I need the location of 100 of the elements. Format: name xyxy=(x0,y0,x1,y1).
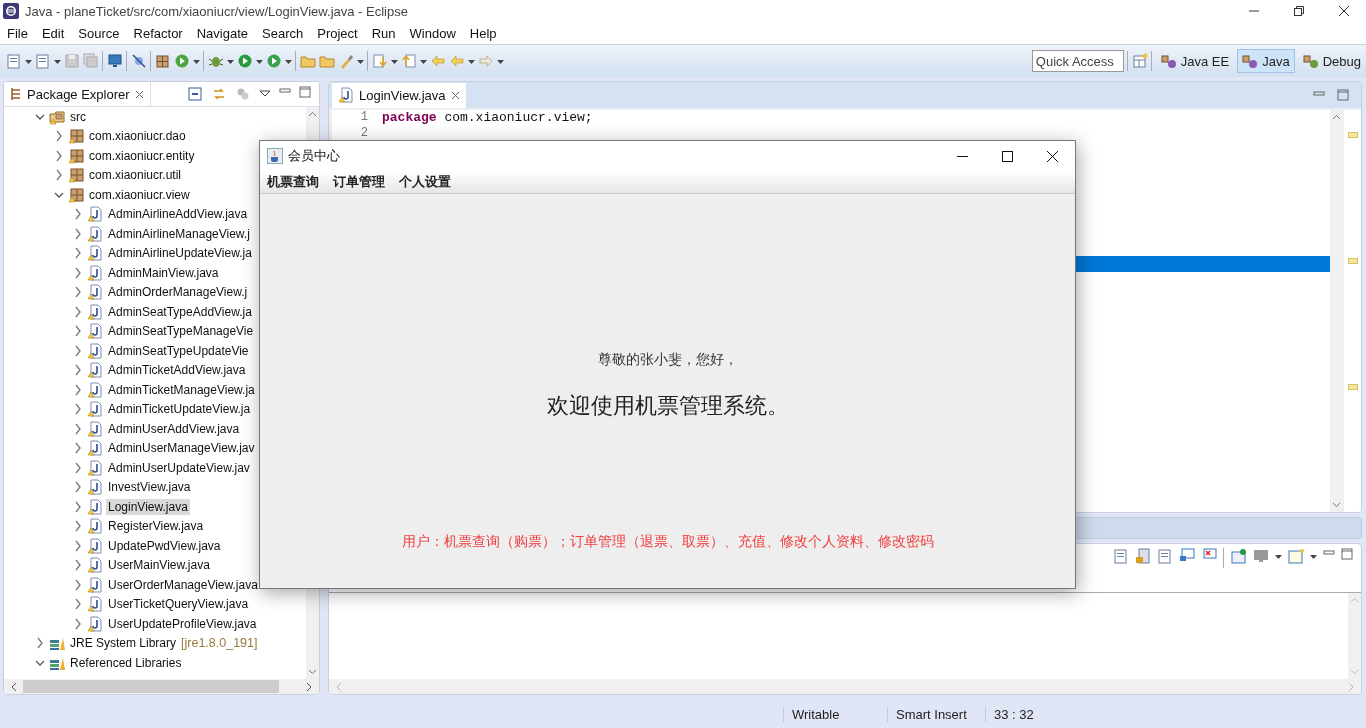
tree-item[interactable]: AdminTicketUpdateView.ja xyxy=(106,401,253,418)
tree-item[interactable]: src xyxy=(68,108,88,125)
tree-item[interactable]: Referenced Libraries xyxy=(68,654,184,671)
tree-item[interactable]: RegisterView.java xyxy=(106,518,206,535)
feature-note: 用户：机票查询（购票）；订单管理（退票、取票）、充值、修改个人资料、修改密码 xyxy=(401,533,934,551)
menu-item[interactable]: Edit xyxy=(34,25,72,41)
quick-access-field[interactable]: Quick Access xyxy=(1031,50,1124,72)
java-file-icon xyxy=(87,518,103,535)
tree-item[interactable]: com.xiaoniucr.view xyxy=(87,186,192,203)
eclipse-logo-icon xyxy=(3,3,19,19)
menu-item[interactable]: Help xyxy=(462,25,504,41)
tree-item[interactable]: AdminMainView.java xyxy=(106,264,221,281)
scroll-up-icon[interactable] xyxy=(1332,114,1341,120)
link-editor-icon[interactable] xyxy=(211,86,227,102)
close-icon[interactable] xyxy=(134,89,144,99)
menu-item[interactable]: Project xyxy=(310,25,365,41)
java-file-icon xyxy=(87,323,103,340)
java-file-icon xyxy=(87,420,103,437)
perspective-button[interactable]: Java EE xyxy=(1155,49,1235,73)
annotation-marker[interactable] xyxy=(1347,132,1358,138)
java-file-icon xyxy=(87,225,103,242)
tree-item[interactable]: AdminOrderManageView.j xyxy=(106,284,250,301)
tree-item[interactable]: UserUpdateProfileView.java xyxy=(106,615,259,632)
java-file-icon xyxy=(87,459,103,476)
tree-item[interactable]: AdminTicketAddView.java xyxy=(106,362,248,379)
perspective-button[interactable]: Debug xyxy=(1297,49,1366,73)
collapse-all-icon[interactable] xyxy=(187,86,203,102)
tree-item[interactable]: UserTicketQueryView.java xyxy=(106,596,251,613)
tree-item[interactable]: AdminSeatTypeManageVie xyxy=(106,323,256,340)
save-icon xyxy=(64,53,80,69)
tree-item[interactable]: com.xiaoniucr.util xyxy=(87,167,184,184)
package-icon xyxy=(68,128,84,145)
tree-item[interactable]: AdminSeatTypeAddView.ja xyxy=(106,303,254,320)
new-file-icon[interactable] xyxy=(6,53,22,69)
tree-item[interactable]: AdminAirlineManageView.j xyxy=(106,225,252,242)
annotation-marker[interactable] xyxy=(1347,384,1358,390)
open-perspective-icon[interactable] xyxy=(1131,53,1148,69)
pin-window-icon[interactable] xyxy=(1231,548,1247,564)
tree-item[interactable]: com.xiaoniucr.entity xyxy=(87,147,197,164)
toolbar-separator xyxy=(102,51,104,71)
java-file-icon xyxy=(87,362,103,379)
tree-item[interactable]: UserOrderManageView.java xyxy=(106,576,260,593)
tree-item[interactable]: AdminAirlineAddView.java xyxy=(106,206,250,223)
editor-tab[interactable]: LoginView.java xyxy=(332,82,467,108)
maximize-icon[interactable] xyxy=(1337,89,1349,101)
scroll-thumb[interactable] xyxy=(23,680,279,693)
perspective-button[interactable]: Java xyxy=(1237,49,1295,73)
menu-item[interactable]: 订单管理 xyxy=(326,173,392,191)
close-icon[interactable] xyxy=(450,90,460,100)
tree-item[interactable]: LoginView.java xyxy=(106,498,190,515)
toolbar-separator xyxy=(126,51,128,71)
java-file-icon xyxy=(87,245,103,262)
tree-item[interactable]: AdminUserAddView.java xyxy=(106,420,242,437)
maximize-icon[interactable] xyxy=(299,86,311,98)
line-number: 2 xyxy=(359,126,369,142)
tree-item[interactable]: AdminAirlineUpdateView.ja xyxy=(106,245,254,262)
scroll-right-icon[interactable] xyxy=(306,681,313,692)
menu-item[interactable]: Navigate xyxy=(189,25,255,41)
editor-tab-title: LoginView.java xyxy=(359,87,446,103)
tree-item[interactable]: AdminSeatTypeUpdateVie xyxy=(106,342,251,359)
package-icon xyxy=(68,167,84,184)
toolbar-separator xyxy=(150,51,152,71)
scroll-down-icon[interactable] xyxy=(1332,502,1341,508)
maximize-icon[interactable] xyxy=(1341,548,1353,560)
menu-item[interactable]: Run xyxy=(364,25,403,41)
tree-item[interactable]: JRE System Library xyxy=(68,635,179,652)
tree-item[interactable]: AdminUserUpdateView.jav xyxy=(106,459,252,476)
menu-item[interactable]: 个人设置 xyxy=(392,173,458,191)
console-icon[interactable] xyxy=(1179,548,1195,564)
menu-item[interactable]: Refactor xyxy=(126,25,190,41)
code-line: package com.xiaoniucr.view; xyxy=(381,110,594,126)
dialog-title: 会员中心 xyxy=(288,147,340,165)
java-file-icon xyxy=(87,576,103,593)
scroll-left-icon[interactable] xyxy=(10,681,17,692)
menu-item[interactable]: Source xyxy=(71,25,127,41)
tree-item[interactable]: com.xiaoniucr.dao xyxy=(87,128,188,145)
java-file-icon xyxy=(87,498,103,515)
welcome-heading: 欢迎使用机票管理系统。 xyxy=(546,392,789,420)
java-file-icon xyxy=(87,342,103,359)
tree-item[interactable]: UpdatePwdView.java xyxy=(106,537,223,554)
display-icon[interactable] xyxy=(1253,548,1269,564)
annotation-marker[interactable] xyxy=(1347,258,1358,264)
tree-item[interactable]: AdminTicketManageView.ja xyxy=(106,381,257,398)
menu-item[interactable]: File xyxy=(0,25,35,41)
folder-icon[interactable] xyxy=(319,53,335,69)
tree-item[interactable]: AdminUserManageView.jav xyxy=(106,440,257,457)
run-icon[interactable] xyxy=(237,53,253,69)
java-file-icon xyxy=(87,537,103,554)
menu-item[interactable]: 机票查询 xyxy=(260,173,326,191)
java-cup-icon xyxy=(267,148,283,164)
tree-item[interactable]: UserMainView.java xyxy=(106,557,212,574)
view-tab[interactable]: Package Explorer xyxy=(4,82,151,106)
menu-item[interactable]: Window xyxy=(402,25,463,41)
scroll-down-icon[interactable] xyxy=(308,669,317,675)
scroll-up-icon[interactable] xyxy=(308,111,317,117)
tree-item[interactable]: InvestView.java xyxy=(106,479,193,496)
menu-item[interactable]: Search xyxy=(255,25,311,41)
scrollbar[interactable] xyxy=(1330,110,1343,512)
open-folder-icon[interactable] xyxy=(300,53,316,69)
next-annotation-icon xyxy=(372,53,388,69)
